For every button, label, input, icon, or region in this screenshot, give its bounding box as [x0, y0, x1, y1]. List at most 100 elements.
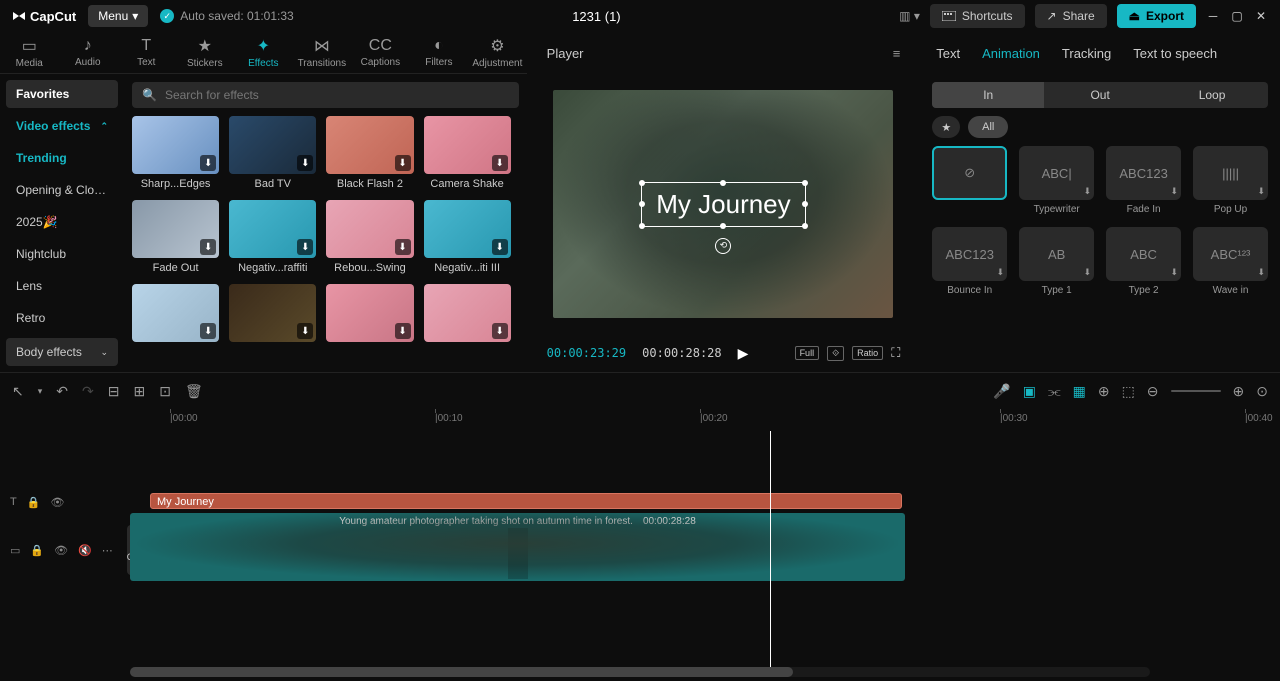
inspector-tab-animation[interactable]: Animation — [982, 46, 1040, 61]
full-button[interactable]: Full — [795, 346, 820, 360]
animation-card[interactable]: ABC123⬇Fade In — [1106, 146, 1181, 215]
animation-card[interactable]: AB⬇Type 1 — [1019, 227, 1094, 296]
close-button[interactable]: ✕ — [1254, 9, 1268, 23]
eye-icon[interactable]: 👁 — [54, 544, 68, 557]
tab-transitions[interactable]: ⋈Transitions — [293, 32, 352, 73]
minimize-button[interactable]: ─ — [1206, 9, 1220, 23]
zoom-slider[interactable] — [1171, 390, 1221, 392]
effect-card[interactable]: ⬇ — [424, 284, 511, 346]
eye-icon[interactable]: 👁 — [50, 496, 64, 509]
split-right-tool[interactable]: ⊡ — [159, 383, 171, 400]
animation-card[interactable]: ABC⬇Type 2 — [1106, 227, 1181, 296]
animation-card[interactable]: ABC123⬇Bounce In — [932, 227, 1007, 296]
tab-stickers[interactable]: ★Stickers — [176, 32, 235, 73]
download-icon[interactable]: ⬇ — [297, 155, 313, 171]
more-icon[interactable]: ⋯ — [102, 544, 113, 557]
tab-media[interactable]: ▭Media — [0, 32, 59, 73]
effect-card[interactable]: ⬇Negativ...iti III — [424, 200, 511, 274]
fullscreen-icon[interactable]: ⛶ — [891, 345, 900, 361]
inspector-tab-tracking[interactable]: Tracking — [1062, 46, 1111, 61]
lock-icon[interactable]: 🔒 — [27, 496, 41, 509]
delete-tool[interactable]: 🗑 — [185, 383, 203, 400]
download-icon[interactable]: ⬇ — [1084, 267, 1092, 278]
effect-card[interactable]: ⬇ — [326, 284, 413, 346]
effect-card[interactable]: ⬇Sharp...Edges — [132, 116, 219, 190]
layout-icon[interactable]: ▥ ▾ — [899, 9, 920, 23]
download-icon[interactable]: ⬇ — [1171, 267, 1179, 278]
text-overlay[interactable]: My Journey ⟲ — [641, 182, 805, 227]
lock-icon[interactable]: 🔒 — [30, 544, 44, 557]
download-icon[interactable]: ⬇ — [1257, 267, 1265, 278]
sidebar-item[interactable]: 2025🎉 — [6, 208, 118, 236]
menu-button[interactable]: Menu▾ — [88, 5, 148, 27]
sidebar-item[interactable]: Video effects⌃ — [6, 112, 118, 140]
mute-icon[interactable]: 🔇 — [78, 544, 92, 557]
effect-card[interactable]: ⬇ — [132, 284, 219, 346]
playhead[interactable] — [770, 431, 771, 667]
redo-button[interactable]: ↷ — [82, 383, 94, 400]
download-icon[interactable]: ⬇ — [492, 155, 508, 171]
zoom-in-icon[interactable]: ⊕ — [1233, 383, 1245, 400]
animation-card[interactable]: |||||⬇Pop Up — [1193, 146, 1268, 215]
sidebar-item[interactable]: Nightclub — [6, 240, 118, 268]
download-icon[interactable]: ⬇ — [1084, 186, 1092, 197]
tab-filters[interactable]: ◐Filters — [410, 32, 469, 73]
undo-button[interactable]: ↶ — [56, 383, 68, 400]
download-icon[interactable]: ⬇ — [200, 155, 216, 171]
play-button[interactable]: ▶ — [738, 345, 749, 362]
text-clip[interactable]: My Journey — [150, 493, 902, 509]
effect-card[interactable]: ⬇Negativ...raffiti — [229, 200, 316, 274]
shortcuts-button[interactable]: Shortcuts — [930, 4, 1025, 28]
player-menu-icon[interactable]: ≡ — [893, 46, 901, 61]
download-icon[interactable]: ⬇ — [395, 155, 411, 171]
effect-card[interactable]: ⬇Bad TV — [229, 116, 316, 190]
split-tool[interactable]: ⊟ — [108, 383, 120, 400]
export-button[interactable]: ⏏ Export — [1117, 4, 1196, 28]
mic-icon[interactable]: 🎤 — [993, 383, 1010, 400]
inspector-tab-text[interactable]: Text — [936, 46, 960, 61]
tab-text[interactable]: TText — [117, 32, 176, 73]
effect-card[interactable]: ⬇Rebou...Swing — [326, 200, 413, 274]
download-icon[interactable]: ⬇ — [1171, 186, 1179, 197]
favorite-filter[interactable]: ★ — [932, 116, 960, 138]
crop-tool[interactable]: ⬚ — [1122, 383, 1135, 400]
timeline-ruler[interactable]: |00:00|00:10|00:20|00:30|00:40 — [0, 409, 1280, 431]
seg-loop[interactable]: Loop — [1156, 82, 1268, 108]
snap-tool[interactable]: ▦ — [1073, 383, 1086, 400]
sidebar-item[interactable]: Retro — [6, 304, 118, 332]
selection-dropdown[interactable]: ▾ — [38, 386, 43, 397]
download-icon[interactable]: ⬇ — [492, 239, 508, 255]
sidebar-body-effects[interactable]: Body effects⌄ — [6, 338, 118, 366]
effect-card[interactable]: ⬇Black Flash 2 — [326, 116, 413, 190]
animation-card[interactable]: ⊘ — [932, 146, 1007, 215]
link-tool[interactable]: ⫘ — [1048, 383, 1061, 400]
timeline-scrollbar[interactable] — [130, 667, 1150, 677]
download-icon[interactable]: ⬇ — [1257, 186, 1265, 197]
download-icon[interactable]: ⬇ — [492, 323, 508, 339]
effect-card[interactable]: ⬇Fade Out — [132, 200, 219, 274]
zoom-fit-icon[interactable]: ⊙ — [1256, 383, 1268, 400]
video-clip[interactable]: Young amateur photographer taking shot o… — [130, 513, 905, 581]
zoom-out-icon[interactable]: ⊖ — [1147, 383, 1159, 400]
search-input[interactable]: 🔍 Search for effects — [132, 82, 519, 108]
preview-tool[interactable]: ⊕ — [1098, 383, 1110, 400]
sidebar-item[interactable]: Trending — [6, 144, 118, 172]
seg-in[interactable]: In — [932, 82, 1044, 108]
tab-audio[interactable]: ♪Audio — [59, 32, 118, 73]
animation-card[interactable]: ABC¹²³⬇Wave in — [1193, 227, 1268, 296]
download-icon[interactable]: ⬇ — [395, 239, 411, 255]
magnet-tool[interactable]: ▣ — [1023, 383, 1036, 400]
selection-tool[interactable]: ↖ — [12, 383, 24, 400]
animation-card[interactable]: ABC|⬇Typewriter — [1019, 146, 1094, 215]
share-button[interactable]: ↗ Share — [1035, 4, 1107, 28]
tab-captions[interactable]: CCCaptions — [351, 32, 410, 73]
tab-effects[interactable]: ✦Effects — [234, 32, 293, 73]
sidebar-item[interactable]: Favorites — [6, 80, 118, 108]
seg-out[interactable]: Out — [1044, 82, 1156, 108]
download-icon[interactable]: ⬇ — [297, 239, 313, 255]
tab-adjustment[interactable]: ⚙Adjustment — [468, 32, 527, 73]
download-icon[interactable]: ⬇ — [395, 323, 411, 339]
download-icon[interactable]: ⬇ — [200, 239, 216, 255]
download-icon[interactable]: ⬇ — [200, 323, 216, 339]
effect-card[interactable]: ⬇Camera Shake — [424, 116, 511, 190]
